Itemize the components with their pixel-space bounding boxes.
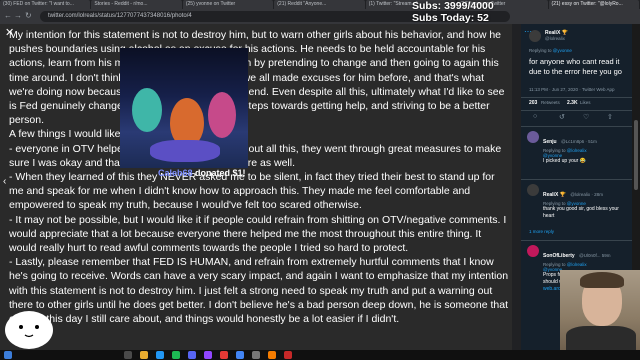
chrome-icon[interactable] bbox=[236, 351, 244, 359]
like-label: Likes bbox=[580, 100, 591, 105]
reply-tweet[interactable]: RealiX 🏆 @lolrealix · 28m Replying to @y… bbox=[521, 179, 632, 240]
tweet-text: for anyone who cant read it due to the e… bbox=[529, 57, 622, 76]
browser-tab[interactable]: (30) FED on Twitter: "I want to... bbox=[0, 0, 91, 9]
tweet-author-handle[interactable]: @lolrealix bbox=[545, 36, 568, 41]
replying-to-handle[interactable]: @lolrealix bbox=[567, 262, 587, 267]
reply-text: I picked up your 😂 bbox=[543, 158, 586, 164]
paragraph: - everyone in OTV helped me IMMENSELY th… bbox=[9, 142, 502, 169]
tweet-timestamp: 11:13 PM · Jun 27, 2020 · Twitter Web Ap… bbox=[529, 87, 615, 92]
reply-tweet[interactable]: Senju @Lc1m8p6 · 51m Replying to @lolrea… bbox=[521, 126, 632, 179]
streamer-hair bbox=[580, 272, 624, 288]
reload-icon[interactable]: ↻ bbox=[25, 12, 33, 20]
donation-message: donated $1! bbox=[195, 168, 246, 178]
avatar[interactable] bbox=[527, 131, 539, 143]
paragraph: - When they learned of this they NEVER a… bbox=[9, 171, 498, 212]
reply-author-name[interactable]: SonOfLiberty bbox=[543, 253, 575, 259]
subscriber-goal-overlay: Subs: 3999/4000 Subs Today: 52 bbox=[412, 0, 494, 24]
tweet-actions: ○ ↺ ♡ ⇧ bbox=[521, 110, 632, 125]
donor-name: Caleb68 bbox=[158, 168, 193, 178]
subs-today: Subs Today: 52 bbox=[412, 12, 489, 24]
donation-alert-text: Caleb68 donated $1! bbox=[158, 168, 246, 178]
browser-tab[interactable]: (25) yvonne on Twitter bbox=[182, 0, 274, 9]
donation-alert-image bbox=[120, 48, 248, 168]
obs-icon[interactable] bbox=[220, 351, 228, 359]
taskbar bbox=[0, 350, 640, 360]
browser-tab-active[interactable]: (21) essy on Twitter: "@lolyRo... bbox=[548, 0, 639, 9]
replying-to-handle[interactable]: @yvonne bbox=[553, 48, 572, 53]
folder-icon[interactable] bbox=[140, 351, 148, 359]
avatar[interactable] bbox=[527, 245, 539, 257]
back-icon[interactable]: ← bbox=[4, 12, 12, 20]
webcam-overlay bbox=[560, 270, 640, 350]
retweet-label: Retweets bbox=[541, 100, 560, 105]
reply-icon[interactable]: ○ bbox=[533, 113, 537, 120]
reply-author-handle[interactable]: @Ul0n0f... 59m bbox=[579, 253, 610, 258]
reply-author-name[interactable]: Senju bbox=[543, 139, 557, 145]
paragraph: My intention for this statement is not t… bbox=[9, 29, 505, 127]
browser-tab-bar: (30) FED on Twitter: "I want to... Stori… bbox=[0, 0, 640, 9]
share-icon[interactable]: ⇧ bbox=[607, 113, 613, 121]
cartoon-figure bbox=[208, 92, 236, 138]
like-count[interactable]: 2.3K bbox=[567, 100, 578, 106]
image-viewer: My intention for this statement is not t… bbox=[0, 24, 512, 350]
reply-text: thank you good sir, god bless your heart bbox=[543, 206, 619, 219]
chevron-left-icon[interactable]: ‹ bbox=[3, 176, 6, 187]
start-icon[interactable] bbox=[4, 351, 12, 359]
avatar[interactable] bbox=[527, 184, 539, 196]
app-icon[interactable] bbox=[252, 351, 260, 359]
reply-author-handle[interactable]: @Lc1m8p6 · 51m bbox=[561, 139, 597, 144]
paragraph: A few things I would like people to keep… bbox=[9, 128, 232, 141]
search-icon[interactable] bbox=[124, 351, 132, 359]
heart-icon[interactable]: ♡ bbox=[583, 113, 589, 121]
app-icon[interactable] bbox=[284, 351, 292, 359]
replying-to-label: Replying to bbox=[529, 48, 552, 53]
paragraph: - Lastly, please remember that FED IS HU… bbox=[9, 256, 511, 326]
streamer-shirt bbox=[566, 326, 636, 350]
browser-tab[interactable]: (21) Reddit "Anyone... bbox=[274, 0, 365, 9]
address-bar-row: ← → ↻ twitter.com/lolreals/status/127707… bbox=[0, 9, 640, 24]
cartoon-figure bbox=[150, 140, 220, 162]
cartoon-figure bbox=[132, 88, 162, 132]
app-icon[interactable] bbox=[268, 351, 276, 359]
avatar[interactable] bbox=[529, 30, 541, 42]
tweet-stats: 203 Retweets 2.3K Likes bbox=[521, 97, 632, 110]
subs-count: Subs: 3999/4000 bbox=[412, 0, 494, 12]
forward-icon[interactable]: → bbox=[14, 12, 22, 20]
spotify-icon[interactable] bbox=[172, 351, 180, 359]
browser-tab[interactable]: Stories - Reddit - r/mo... bbox=[91, 0, 182, 9]
scrollbar-thumb[interactable] bbox=[634, 120, 638, 190]
show-replies-link[interactable]: 1 more reply bbox=[529, 229, 554, 234]
mascot-icon bbox=[5, 311, 53, 349]
statement-text: My intention for this statement is not t… bbox=[9, 28, 509, 326]
retweet-icon[interactable]: ↺ bbox=[559, 113, 565, 121]
close-icon[interactable]: ✕ bbox=[5, 26, 14, 39]
discord-icon[interactable] bbox=[188, 351, 196, 359]
twitch-icon[interactable] bbox=[204, 351, 212, 359]
reply-author-name[interactable]: RealiX 🏆 bbox=[543, 192, 566, 198]
reply-author-handle[interactable]: @lolrealix · 28m bbox=[570, 192, 603, 197]
retweet-count[interactable]: 203 bbox=[529, 100, 537, 106]
browser-icon[interactable] bbox=[156, 351, 164, 359]
paragraph: - It may not be possible, but I would li… bbox=[9, 213, 510, 255]
replying-to-handle[interactable]: @lolrealix bbox=[567, 148, 587, 153]
